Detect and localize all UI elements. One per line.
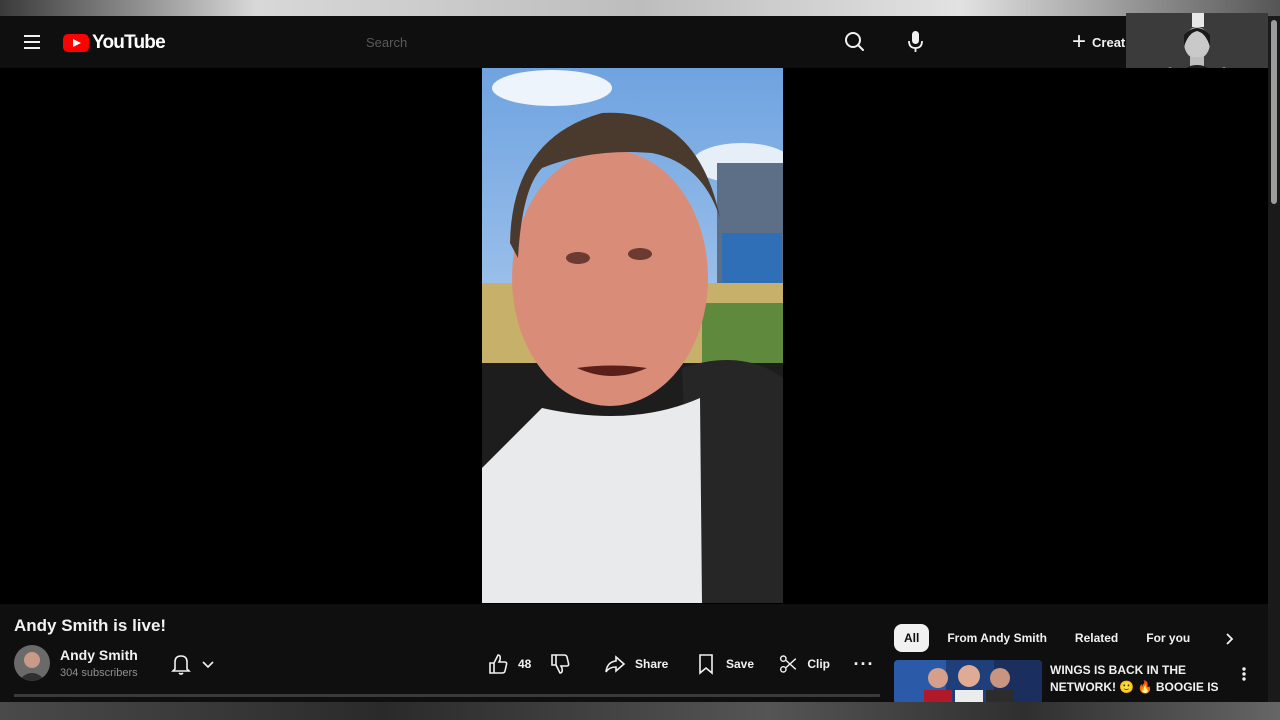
chevron-down-icon (202, 661, 214, 669)
voice-search-button[interactable] (896, 21, 936, 61)
background-strip (0, 0, 1280, 16)
bell-icon (171, 655, 191, 675)
search-icon (845, 32, 864, 51)
chevron-right-icon (1226, 633, 1234, 645)
video-title: Andy Smith is live! (14, 616, 167, 635)
clip-button[interactable]: Clip (778, 648, 830, 680)
plus-icon: + (1072, 28, 1087, 55)
video-frame[interactable] (482, 68, 783, 603)
share-button[interactable]: Share (603, 648, 673, 680)
channel-name[interactable]: Andy Smith (60, 647, 138, 663)
dislike-button[interactable] (548, 648, 578, 680)
logo-text: YouTube (92, 32, 166, 53)
search-input[interactable] (356, 26, 826, 58)
chip-for-you[interactable]: For you (1136, 624, 1200, 652)
share-arrow-icon (605, 655, 626, 673)
create-label: Creat (1092, 34, 1126, 50)
filter-chips: All From Andy Smith Related For you (894, 624, 1208, 652)
scrollbar-thumb[interactable] (1271, 20, 1277, 204)
divider (14, 694, 880, 697)
avatar[interactable] (14, 645, 50, 681)
search-button[interactable] (834, 21, 874, 61)
chip-all[interactable]: All (894, 624, 930, 652)
video-still (482, 68, 783, 603)
subscriber-count: 304 subscribers (60, 667, 138, 679)
scissors-icon (779, 655, 797, 673)
list-item[interactable]: WINGS IS BACK IN THE NETWORK! 🙂 🔥 BOOGIE… (894, 660, 1260, 711)
youtube-play-icon (63, 34, 89, 52)
search-box[interactable] (356, 26, 826, 58)
clip-label: Clip (807, 657, 830, 671)
notification-bell-button[interactable] (166, 650, 226, 678)
thumbs-down-icon (551, 654, 570, 674)
share-label: Share (635, 657, 669, 671)
like-button[interactable]: 48 (486, 648, 548, 680)
save-label: Save (726, 657, 755, 671)
save-button[interactable]: Save (694, 648, 756, 680)
chip-from-andy-smith[interactable]: From Andy Smith (937, 624, 1057, 652)
video-player[interactable] (0, 68, 1268, 604)
more-horizontal-icon: ··· (853, 653, 875, 674)
chip-related[interactable]: Related (1065, 624, 1128, 652)
masthead: YouTube + Creat (0, 16, 1280, 68)
like-count: 48 (518, 657, 532, 671)
more-vertical-icon (1242, 667, 1246, 681)
video-thumbnail[interactable] (894, 660, 1042, 704)
bookmark-icon (699, 654, 713, 675)
thumbs-up-icon (489, 654, 508, 674)
page-scrollbar[interactable] (1268, 16, 1280, 706)
chips-next-button[interactable] (1220, 628, 1240, 650)
hamburger-menu-icon[interactable] (20, 30, 44, 54)
microphone-icon (908, 31, 923, 52)
more-actions-button[interactable]: ··· (850, 648, 878, 680)
background-strip-bottom (0, 702, 1280, 720)
recommendation-menu-button[interactable] (1234, 662, 1254, 686)
youtube-logo[interactable]: YouTube (63, 32, 166, 54)
